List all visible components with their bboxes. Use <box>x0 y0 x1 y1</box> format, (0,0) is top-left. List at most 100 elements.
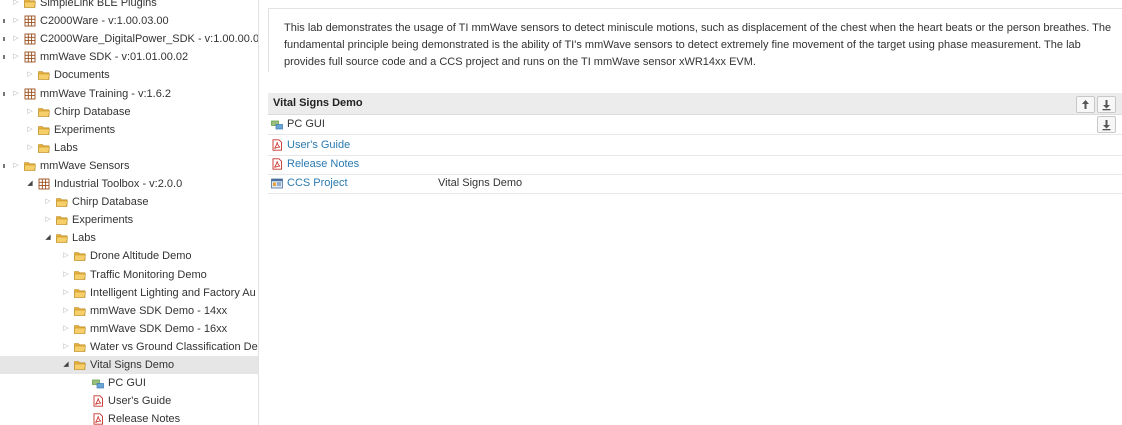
tree-item-mmwave-sensors[interactable]: ▷ mmWave Sensors <box>0 157 258 175</box>
package-icon <box>24 88 36 100</box>
tree-item-release-notes[interactable]: Release Notes <box>0 410 258 425</box>
tree-item-label: Documents <box>54 69 110 82</box>
tree-item-c2000ware-digitalpower-sdk-v-1-00-00-00[interactable]: ▷ C2000Ware_DigitalPower_SDK - v:1.00.00.… <box>0 30 258 48</box>
tree-marker <box>3 19 5 24</box>
tree-item-label: User's Guide <box>108 395 172 408</box>
package-icon <box>24 51 36 63</box>
tree-item-mmwave-training-v-1-6-2[interactable]: ▷ mmWave Training - v:1.6.2 <box>0 85 258 103</box>
import-button[interactable] <box>1076 96 1095 113</box>
folder-icon <box>38 142 50 154</box>
tree-item-experiments[interactable]: ▷ Experiments <box>0 121 258 139</box>
tree-item-label: mmWave Sensors <box>40 159 130 172</box>
tree-item-label: Water vs Ground Classification De <box>90 340 258 353</box>
folder-icon <box>74 323 86 335</box>
expanded-arrow-icon[interactable]: ◢ <box>61 356 71 374</box>
package-icon <box>38 178 50 190</box>
description-text: This lab demonstrates the usage of TI mm… <box>284 22 1112 68</box>
folder-icon <box>38 69 50 81</box>
pdf-icon <box>271 139 283 151</box>
tree-item-simplelink-ble-plugins[interactable]: ▷ SimpleLink BLE Plugins <box>0 0 258 12</box>
pdf-icon <box>271 158 283 170</box>
collapsed-arrow-icon[interactable]: ▷ <box>11 30 21 48</box>
collapsed-arrow-icon[interactable]: ▷ <box>11 85 21 103</box>
tree-item-user-s-guide[interactable]: User's Guide <box>0 392 258 410</box>
tree-item-label: Experiments <box>54 123 116 136</box>
tree-item-mmwave-sdk-demo-16xx[interactable]: ▷ mmWave SDK Demo - 16xx <box>0 320 258 338</box>
tree-item-chirp-database[interactable]: ▷ Chirp Database <box>0 103 258 121</box>
folder-icon <box>38 106 50 118</box>
gui-icon <box>271 118 283 130</box>
folder-icon <box>56 214 68 226</box>
tree-item-label: C2000Ware_DigitalPower_SDK - v:1.00.00.0… <box>40 33 258 46</box>
folder-icon <box>74 305 86 317</box>
folder-icon <box>56 196 68 208</box>
tree-item-label: PC GUI <box>108 377 146 390</box>
tree-item-label: C2000Ware - v:1.00.03.00 <box>40 15 169 28</box>
arrow-up-icon <box>1082 100 1089 109</box>
ccs-project-icon <box>271 177 283 189</box>
download-icon <box>1102 100 1111 111</box>
collapsed-arrow-icon[interactable]: ▷ <box>25 139 35 157</box>
resource-row-release-notes-label[interactable]: Release Notes <box>287 155 359 174</box>
tree-item-traffic-monitoring-demo[interactable]: ▷ Traffic Monitoring Demo <box>0 266 258 284</box>
package-icon <box>24 15 36 27</box>
row-download-button[interactable] <box>1097 116 1116 133</box>
collapsed-arrow-icon[interactable]: ▷ <box>61 247 71 265</box>
tree-item-label: Experiments <box>72 214 134 227</box>
resource-row-ccs-project: CCS Project Vital Signs Demo <box>268 174 1122 194</box>
tree-item-label: Labs <box>54 141 78 154</box>
folder-icon <box>74 269 86 281</box>
tree-item-chirp-database[interactable]: ▷ Chirp Database <box>0 193 258 211</box>
tree-item-experiments[interactable]: ▷ Experiments <box>0 211 258 229</box>
tree-item-mmwave-sdk-v-01-01-00-02[interactable]: ▷ mmWave SDK - v:01.01.00.02 <box>0 48 258 66</box>
tree-marker <box>3 163 5 168</box>
resource-row-ccs-project-label[interactable]: CCS Project <box>287 174 348 193</box>
tree-item-label: Industrial Toolbox - v:2.0.0 <box>54 178 183 190</box>
pdf-icon <box>92 413 104 425</box>
collapsed-arrow-icon[interactable]: ▷ <box>43 211 53 229</box>
resource-row-pc-gui-label: PC GUI <box>287 118 325 130</box>
tree-item-label: Intelligent Lighting and Factory Au <box>90 286 256 299</box>
collapsed-arrow-icon[interactable]: ▷ <box>11 157 21 175</box>
resource-title: Vital Signs Demo <box>273 97 363 109</box>
expanded-arrow-icon[interactable]: ◢ <box>25 175 35 193</box>
collapsed-arrow-icon[interactable]: ▷ <box>61 302 71 320</box>
tree-item-industrial-toolbox-v-2-0-0[interactable]: ◢ Industrial Toolbox - v:2.0.0 <box>0 175 258 193</box>
collapsed-arrow-icon[interactable]: ▷ <box>11 12 21 30</box>
resource-row-user-s-guide: User's Guide <box>268 136 1122 156</box>
resource-row-user-s-guide-label[interactable]: User's Guide <box>287 136 350 155</box>
collapsed-arrow-icon[interactable]: ▷ <box>61 284 71 302</box>
collapsed-arrow-icon[interactable]: ▷ <box>61 266 71 284</box>
collapsed-arrow-icon[interactable]: ▷ <box>25 103 35 121</box>
tree-item-pc-gui[interactable]: PC GUI <box>0 374 258 392</box>
tree-item-labs[interactable]: ◢ Labs <box>0 229 258 247</box>
tree-item-labs[interactable]: ▷ Labs <box>0 139 258 157</box>
tree-item-label: Chirp Database <box>54 105 131 118</box>
tree-item-vital-signs-demo[interactable]: ◢ Vital Signs Demo <box>0 356 258 374</box>
download-button[interactable] <box>1097 96 1116 113</box>
resource-tree: ▷ SimpleLink BLE Plugins ▷ C2000Ware - v:1.… <box>0 0 259 425</box>
package-icon <box>24 33 36 45</box>
tree-item-label: Release Notes <box>108 413 181 425</box>
collapsed-arrow-icon[interactable]: ▷ <box>43 193 53 211</box>
tree-item-mmwave-sdk-demo-14xx[interactable]: ▷ mmWave SDK Demo - 14xx <box>0 302 258 320</box>
expanded-arrow-icon[interactable]: ◢ <box>43 229 53 247</box>
tree-item-label: mmWave SDK Demo - 16xx <box>90 322 228 335</box>
collapsed-arrow-icon[interactable]: ▷ <box>11 48 21 66</box>
tree-item-label: Drone Altitude Demo <box>90 250 192 263</box>
collapsed-arrow-icon[interactable]: ▷ <box>25 121 35 139</box>
tree-item-intelligent-lighting-and-factory-au[interactable]: ▷ Intelligent Lighting and Factory Au <box>0 284 258 302</box>
tree-marker <box>3 55 5 60</box>
pdf-icon <box>92 395 104 407</box>
folder-icon <box>74 359 86 371</box>
tree-item-water-vs-ground-classification-de[interactable]: ▷ Water vs Ground Classification De <box>0 338 258 356</box>
collapsed-arrow-icon[interactable]: ▷ <box>25 66 35 84</box>
tree-item-c2000ware-v-1-00-03-00[interactable]: ▷ C2000Ware - v:1.00.03.00 <box>0 12 258 30</box>
collapsed-arrow-icon[interactable]: ▷ <box>11 0 21 12</box>
collapsed-arrow-icon[interactable]: ▷ <box>61 320 71 338</box>
download-icon <box>1102 120 1111 131</box>
tree-item-label: Chirp Database <box>72 196 149 209</box>
tree-item-documents[interactable]: ▷ Documents <box>0 66 258 84</box>
collapsed-arrow-icon[interactable]: ▷ <box>61 338 71 356</box>
tree-item-drone-altitude-demo[interactable]: ▷ Drone Altitude Demo <box>0 247 258 265</box>
